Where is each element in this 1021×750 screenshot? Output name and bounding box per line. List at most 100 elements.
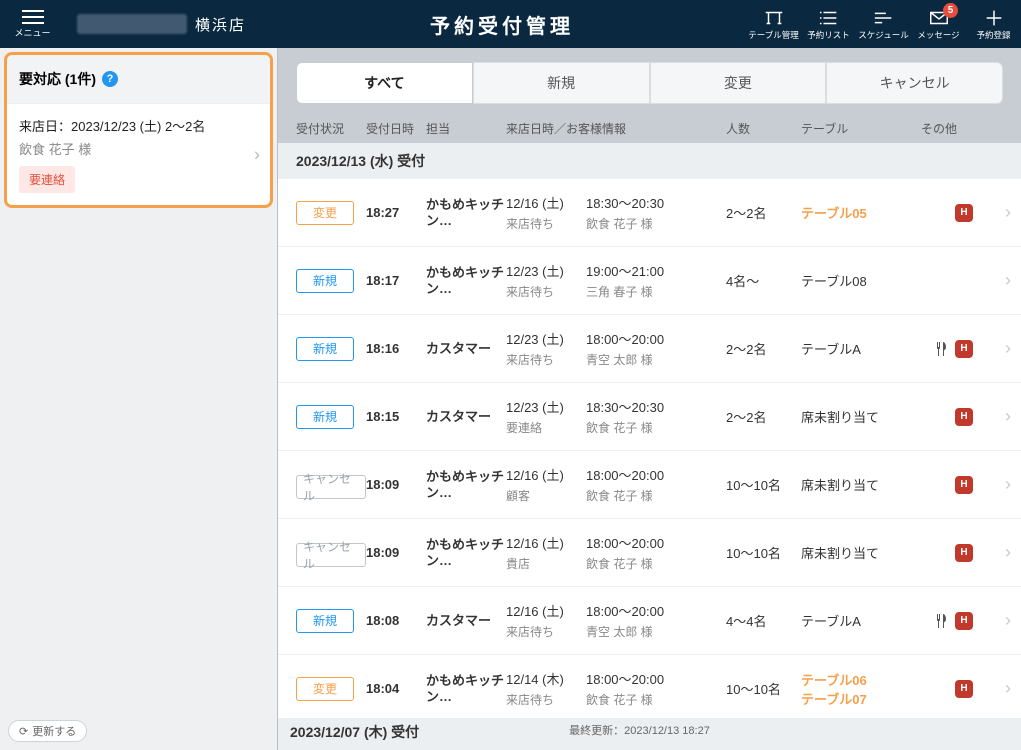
tab-all[interactable]: すべて bbox=[296, 62, 473, 104]
status-pill: キャンセル bbox=[296, 543, 366, 567]
refresh-label: 更新する bbox=[32, 723, 76, 739]
reservation-list-button[interactable]: 予約リスト bbox=[801, 0, 856, 48]
add-reservation-button[interactable]: 予約登録 bbox=[966, 0, 1021, 48]
visit-date-block: 12/14 (木)来店待ち bbox=[506, 669, 586, 708]
col-visit: 来店日時／お客様情報 bbox=[506, 120, 726, 137]
h-badge-icon: H bbox=[955, 204, 973, 222]
last-updated-value: 2023/12/13 18:27 bbox=[624, 725, 710, 737]
last-updated-label: 最終更新： bbox=[569, 725, 624, 737]
visit-date-block: 12/16 (土)顧客 bbox=[506, 465, 586, 504]
party-size: 4〜4名 bbox=[726, 611, 801, 630]
time-range-block: 18:30〜20:30飲食 花子 様 bbox=[586, 193, 726, 232]
staff-name: カスタマー bbox=[426, 341, 506, 357]
time-range-block: 18:00〜20:00青空 太郎 様 bbox=[586, 601, 726, 640]
reservation-row[interactable]: キャンセル 18:09 かもめキッチン… 12/16 (土)顧客 18:00〜2… bbox=[278, 451, 1021, 519]
accept-time: 18:27 bbox=[366, 205, 426, 220]
table-manage-button[interactable]: テーブル管理 bbox=[746, 0, 801, 48]
accept-time: 18:09 bbox=[366, 545, 426, 560]
other-icons: H bbox=[921, 340, 1003, 358]
time-range-block: 18:00〜20:00飲食 花子 様 bbox=[586, 465, 726, 504]
party-size: 2〜2名 bbox=[726, 407, 801, 426]
reservation-row[interactable]: 新規 18:17 かもめキッチン… 12/23 (土)来店待ち 19:00〜21… bbox=[278, 247, 1021, 315]
visit-date-block: 12/23 (土)来店待ち bbox=[506, 329, 586, 368]
reservation-row[interactable]: 変更 18:04 かもめキッチン… 12/14 (木)来店待ち 18:00〜20… bbox=[278, 655, 1021, 718]
other-icons: H bbox=[921, 544, 1003, 562]
party-size: 10〜10名 bbox=[726, 679, 801, 698]
main-content: すべて 新規 変更 キャンセル 受付状況 受付日時 担当 来店日時／お客様情報 … bbox=[278, 48, 1021, 750]
col-staff: 担当 bbox=[426, 120, 506, 137]
table-icon bbox=[763, 8, 785, 28]
party-size: 2〜2名 bbox=[726, 339, 801, 358]
refresh-button[interactable]: ⟳ 更新する bbox=[8, 720, 87, 742]
group-header: 2023/12/13 (水) 受付 bbox=[278, 143, 1021, 179]
group-label: 2023/12/07 (木) 受付 bbox=[290, 722, 419, 742]
time-range-block: 18:00〜20:00飲食 花子 様 bbox=[586, 669, 726, 708]
tab-cancel[interactable]: キャンセル bbox=[826, 62, 1003, 104]
reservation-row[interactable]: 新規 18:15 カスタマー 12/23 (土)要連絡 18:30〜20:30飲… bbox=[278, 383, 1021, 451]
table-cell: 席未割り当て bbox=[801, 543, 921, 562]
alert-line2: 飲食 花子 様 bbox=[19, 139, 258, 158]
other-icons: H bbox=[921, 612, 1003, 630]
party-size: 4名〜 bbox=[726, 271, 801, 290]
icon-label: スケジュール bbox=[858, 29, 908, 41]
table-value: テーブル05 bbox=[801, 203, 921, 222]
accept-time: 18:04 bbox=[366, 681, 426, 696]
party-size: 10〜10名 bbox=[726, 475, 801, 494]
icon-label: 予約リスト bbox=[807, 29, 850, 41]
h-badge-icon: H bbox=[955, 544, 973, 562]
visit-date-block: 12/23 (土)来店待ち bbox=[506, 261, 586, 300]
accept-time: 18:15 bbox=[366, 409, 426, 424]
chevron-right-icon: › bbox=[1005, 542, 1011, 563]
plus-icon bbox=[983, 8, 1005, 28]
reservation-list[interactable]: 2023/12/13 (水) 受付 変更 18:27 かもめキッチン… 12/1… bbox=[278, 143, 1021, 718]
staff-name: かもめキッチン… bbox=[426, 673, 506, 704]
help-icon[interactable]: ? bbox=[102, 71, 118, 87]
alert-item[interactable]: 来店日：2023/12/23 (土) 2〜2名 飲食 花子 様 要連絡 › bbox=[7, 104, 270, 205]
table-cell: テーブル06テーブル07 bbox=[801, 670, 921, 708]
tab-new[interactable]: 新規 bbox=[473, 62, 650, 104]
party-size: 2〜2名 bbox=[726, 203, 801, 222]
other-icons: H bbox=[921, 204, 1003, 222]
cutlery-icon bbox=[933, 613, 949, 629]
app-header: メニュー 横浜店 予約受付管理 テーブル管理 予約リスト スケジュール 5 bbox=[0, 0, 1021, 48]
reservation-row[interactable]: キャンセル 18:09 かもめキッチン… 12/16 (土)貴店 18:00〜2… bbox=[278, 519, 1021, 587]
message-badge: 5 bbox=[943, 3, 958, 18]
page-title: 予約受付管理 bbox=[258, 10, 746, 39]
accept-time: 18:17 bbox=[366, 273, 426, 288]
table-value: 席未割り当て bbox=[801, 475, 921, 494]
message-button[interactable]: 5 メッセージ bbox=[911, 0, 966, 48]
tab-change[interactable]: 変更 bbox=[650, 62, 827, 104]
table-value: テーブル08 bbox=[801, 271, 921, 290]
chevron-right-icon: › bbox=[1005, 270, 1011, 291]
reservation-row[interactable]: 新規 18:08 カスタマー 12/16 (土)来店待ち 18:00〜20:00… bbox=[278, 587, 1021, 655]
accept-time: 18:09 bbox=[366, 477, 426, 492]
status-pill: 変更 bbox=[296, 677, 354, 701]
refresh-icon: ⟳ bbox=[19, 725, 28, 738]
schedule-button[interactable]: スケジュール bbox=[856, 0, 911, 48]
schedule-icon bbox=[873, 8, 895, 28]
staff-name: かもめキッチン… bbox=[426, 197, 506, 228]
chevron-right-icon: › bbox=[1005, 474, 1011, 495]
other-icons: H bbox=[921, 476, 1003, 494]
status-pill: 新規 bbox=[296, 269, 354, 293]
table-value: テーブル06 bbox=[801, 670, 921, 689]
sidebar: 要対応 (1件) ? 来店日：2023/12/23 (土) 2〜2名 飲食 花子… bbox=[0, 48, 278, 750]
alert-title: 要対応 (1件) bbox=[19, 69, 96, 89]
status-pill: 新規 bbox=[296, 609, 354, 633]
reservation-row[interactable]: 変更 18:27 かもめキッチン… 12/16 (土)来店待ち 18:30〜20… bbox=[278, 179, 1021, 247]
alert-line1: 来店日：2023/12/23 (土) 2〜2名 bbox=[19, 116, 258, 135]
icon-label: テーブル管理 bbox=[748, 29, 799, 41]
h-badge-icon: H bbox=[955, 612, 973, 630]
menu-button[interactable]: メニュー bbox=[0, 0, 65, 48]
staff-name: かもめキッチン… bbox=[426, 469, 506, 500]
table-cell: 席未割り当て bbox=[801, 407, 921, 426]
cutlery-icon bbox=[933, 341, 949, 357]
accept-time: 18:08 bbox=[366, 613, 426, 628]
time-range-block: 19:00〜21:00三角 春子 様 bbox=[586, 261, 726, 300]
menu-label: メニュー bbox=[14, 26, 50, 39]
store-selector[interactable]: 横浜店 bbox=[65, 0, 258, 48]
reservation-row[interactable]: 新規 18:16 カスタマー 12/23 (土)来店待ち 18:00〜20:00… bbox=[278, 315, 1021, 383]
icon-label: 予約登録 bbox=[976, 29, 1010, 41]
filter-tabs: すべて 新規 変更 キャンセル bbox=[278, 48, 1021, 114]
alert-box: 要対応 (1件) ? 来店日：2023/12/23 (土) 2〜2名 飲食 花子… bbox=[4, 52, 273, 208]
